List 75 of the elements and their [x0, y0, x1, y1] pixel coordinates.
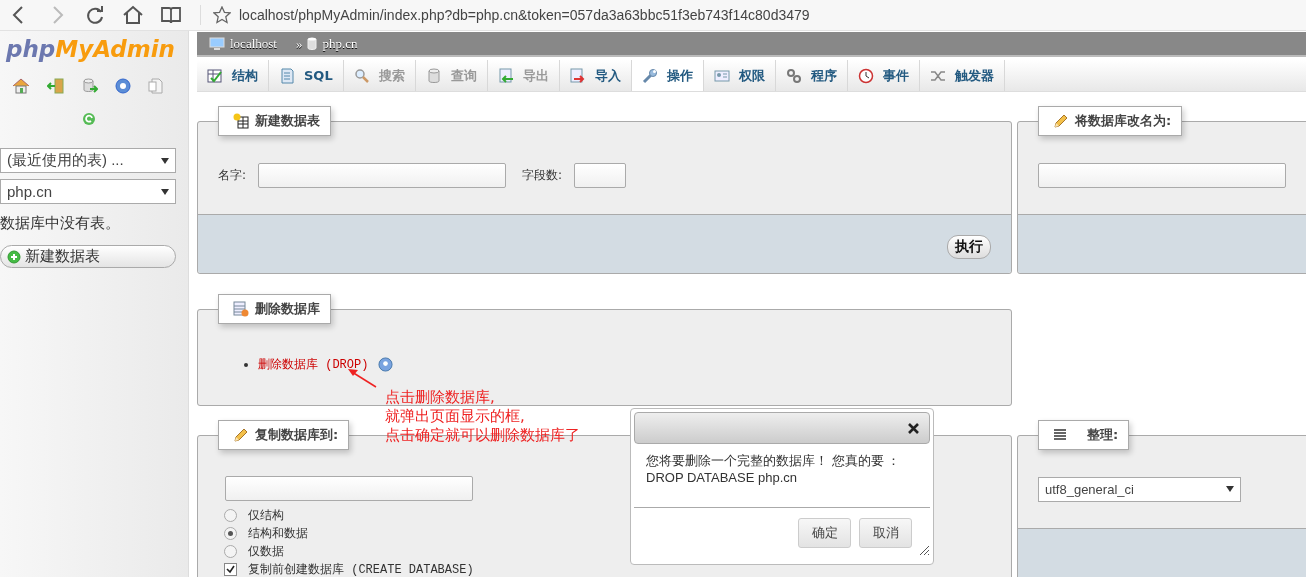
radio-button[interactable] [224, 527, 237, 540]
option-label: 仅数据 [248, 543, 284, 560]
collation-dropdown[interactable]: utf8_general_ci [1038, 476, 1241, 502]
plus-icon [7, 249, 21, 264]
field-label: 字段数: [522, 166, 563, 184]
panel-title: 新建数据表 [218, 107, 331, 136]
tab[interactable]: 导入 [559, 60, 632, 91]
import-icon [569, 67, 586, 84]
new-table-icon [233, 113, 249, 129]
annotation-text: 点击删除数据库, [385, 388, 496, 407]
ok-button[interactable]: 确定 [798, 518, 851, 548]
name-input[interactable] [258, 162, 507, 188]
tab[interactable]: 结构 [197, 60, 269, 91]
annotation-text: 点击确定就可以删除数据库了 [385, 426, 580, 445]
computer-icon [209, 36, 225, 51]
logo[interactable]: phpMyAdmin [6, 36, 188, 62]
new-table-button[interactable]: 新建数据表 [0, 245, 176, 268]
drop-database-link[interactable]: 删除数据库 (DROP) [258, 356, 369, 373]
dialog-message: 您将要删除一个完整的数据库！ 您真的要 ： DROP DATABASE php.cn [645, 452, 902, 487]
clock-icon [857, 67, 874, 84]
tab[interactable]: 权限 [703, 60, 776, 91]
export-icon [497, 67, 514, 84]
arrow [348, 369, 377, 388]
book-icon[interactable] [160, 4, 182, 26]
document-icon[interactable] [148, 78, 164, 94]
database-icon[interactable] [82, 78, 98, 94]
checkbox[interactable] [224, 563, 237, 576]
breadcrumb-link[interactable]: php.cn [322, 35, 358, 52]
panel-title: 将数据库改名为: [1038, 107, 1183, 136]
tab[interactable]: 触发器 [919, 60, 1005, 91]
caret-icon [161, 188, 169, 195]
panel-title: 复制数据库到: [218, 420, 350, 450]
tab[interactable]: 事件 [847, 60, 920, 91]
pencil-icon [1053, 113, 1069, 129]
radio-button[interactable] [224, 545, 237, 558]
recent-tables-dropdown[interactable]: (最近使用的表) ... [0, 148, 176, 173]
database-dropdown[interactable]: php.cn [0, 179, 176, 204]
breadcrumb-separator: » [295, 35, 303, 52]
home-icon[interactable] [12, 78, 30, 94]
delete-table-icon [233, 301, 249, 317]
option-label: 结构和数据 [248, 525, 308, 542]
new-name-input[interactable] [1038, 162, 1286, 188]
target-database-input[interactable] [225, 476, 473, 501]
list-icon [1053, 429, 1067, 441]
no-tables-message: 数据库中没有表。 [0, 214, 121, 233]
cancel-button[interactable]: 取消 [859, 518, 912, 548]
database-icon [307, 37, 318, 50]
wrench-icon [641, 67, 658, 84]
option-label: 仅结构 [248, 507, 284, 524]
annotation-text: 就弹出页面显示的框, [385, 407, 526, 426]
option-label: 复制前创建数据库 (CREATE DATABASE) [248, 562, 474, 577]
resize-grip-icon[interactable] [918, 544, 930, 556]
reload-icon[interactable] [84, 4, 106, 26]
database-icon [425, 67, 442, 84]
breadcrumb-link[interactable]: localhost [230, 35, 277, 52]
caret-icon [1226, 486, 1234, 492]
tab[interactable]: 程序 [775, 60, 848, 91]
go-button[interactable]: 执行 [947, 234, 991, 259]
search-icon [353, 67, 370, 84]
field-count-input[interactable] [574, 162, 627, 188]
tab[interactable]: 操作 [631, 60, 704, 91]
exit-door-icon[interactable] [47, 78, 65, 94]
close-icon[interactable] [908, 422, 919, 434]
id-card-icon [713, 67, 730, 84]
pencil-icon [233, 427, 249, 443]
tab[interactable]: SQL [269, 60, 344, 91]
star-icon[interactable] [213, 6, 231, 24]
document-icon [279, 67, 295, 84]
panel-title: 整理: [1038, 420, 1130, 450]
panel-title: 删除数据库 [218, 294, 331, 324]
field-label: 名字: [218, 166, 247, 184]
radio-button[interactable] [224, 509, 237, 522]
structure-icon [207, 67, 223, 84]
home-icon[interactable] [122, 4, 144, 26]
caret-icon [161, 157, 169, 164]
